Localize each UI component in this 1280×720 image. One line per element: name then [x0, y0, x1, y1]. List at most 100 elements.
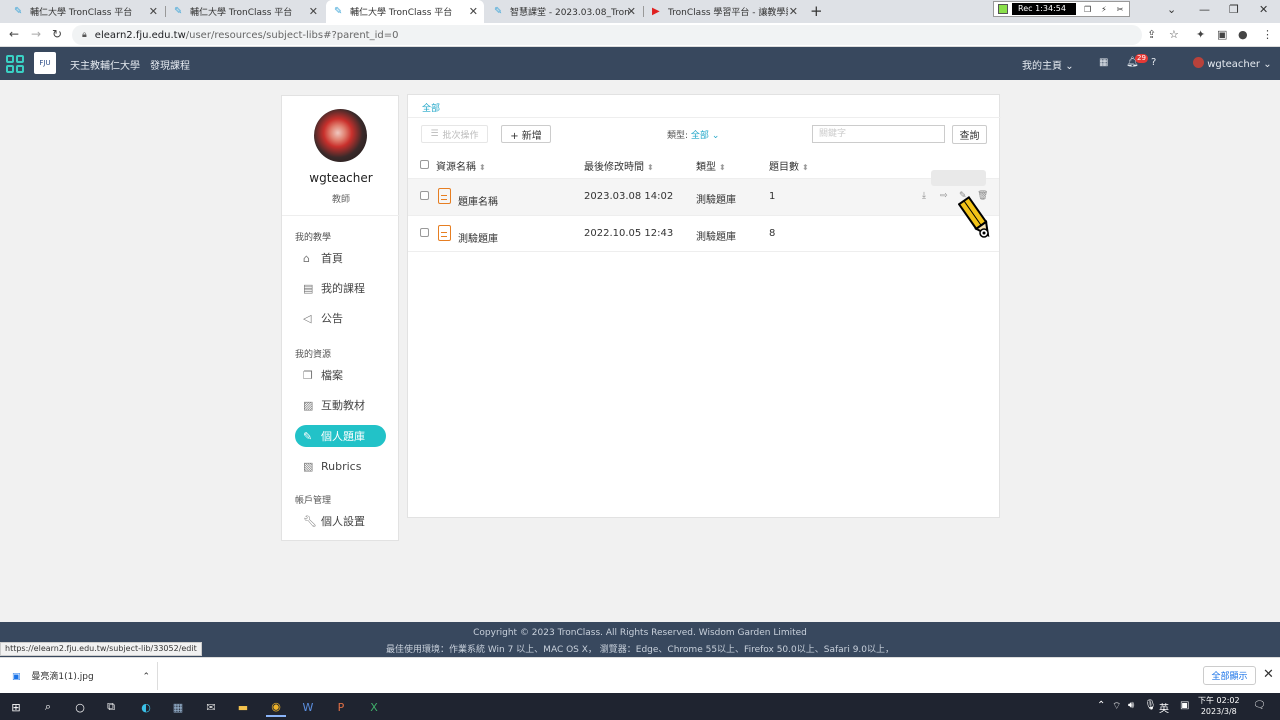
maximize-icon[interactable]: ❐	[1229, 3, 1239, 16]
chrome-menu-icon[interactable]: ⋮	[1262, 28, 1273, 41]
share-icon[interactable]: ⇪	[1147, 28, 1156, 41]
close-download-bar-icon[interactable]: ✕	[1263, 667, 1274, 682]
sidebar-item-settings[interactable]: 🔧︎ 個人設置	[295, 510, 386, 532]
recorder-cut-icon[interactable]: ✂	[1117, 5, 1124, 14]
download-item[interactable]: ▣ 曼亮滴1(1).jpg ⌃	[12, 669, 150, 682]
sidebar-item-question-bank[interactable]: ✎ 個人題庫	[295, 425, 386, 447]
network-icon[interactable]: ⌔	[1112, 700, 1121, 713]
megaphone-icon: ◁	[303, 311, 312, 325]
row-checkbox[interactable]	[420, 228, 429, 237]
question-bank-file-icon	[438, 188, 451, 204]
reload-icon[interactable]: ↻	[52, 27, 62, 41]
microphone-icon[interactable]: 🎙︎	[1144, 700, 1157, 711]
divider	[282, 215, 400, 216]
select-all-checkbox[interactable]	[420, 160, 429, 169]
sidebar-item-home[interactable]: ⌂ 首頁	[295, 247, 386, 269]
school-logo[interactable]: FJU	[34, 52, 56, 74]
recorder-pause-icon[interactable]: ❒	[1084, 5, 1091, 14]
profile-icon[interactable]: ●	[1238, 28, 1248, 41]
add-button[interactable]: + 新增	[501, 125, 551, 143]
volume-icon[interactable]: 🔊︎	[1128, 700, 1134, 711]
breadcrumb[interactable]: 全部	[422, 101, 440, 114]
system-clock[interactable]: 下午 02:02 2023/3/8	[1198, 695, 1240, 717]
question-bank-file-icon	[438, 225, 451, 241]
school-link[interactable]: 天主教輔仁大學	[70, 57, 140, 72]
close-tab-icon[interactable]: ✕	[469, 5, 478, 18]
app-menu-grid-icon[interactable]	[6, 55, 24, 73]
close-tab-icon[interactable]: ✕	[149, 5, 158, 18]
tab-search-icon[interactable]: ⌄	[1167, 3, 1176, 16]
keyword-search-input[interactable]	[812, 125, 945, 143]
divider	[408, 117, 1001, 118]
batch-operation-button[interactable]: ☰ 批次操作	[421, 125, 488, 143]
new-tab-button[interactable]: +	[810, 2, 823, 20]
sidebar-item-my-courses[interactable]: ▤ 我的課程	[295, 277, 386, 299]
help-icon[interactable]: ?	[1151, 57, 1156, 68]
close-tab-icon[interactable]: ✕	[309, 5, 318, 18]
move-to-folder-icon[interactable]: ⇨	[940, 191, 948, 201]
browser-tab[interactable]: ▶ TronClass 學習平台 - 讓教學與 ✕	[644, 0, 804, 23]
column-header-count[interactable]: 題目數 ⬍	[769, 158, 809, 173]
extensions-icon[interactable]: ✦	[1196, 28, 1205, 41]
task-view-icon[interactable]: ⧉	[101, 697, 121, 717]
word-icon[interactable]: W	[298, 697, 318, 717]
powerpoint-icon[interactable]: P	[331, 697, 351, 717]
notification-count-badge: 29	[1135, 54, 1148, 63]
minimize-icon[interactable]: —	[1199, 3, 1210, 16]
store-icon[interactable]: ▦	[168, 697, 188, 717]
column-header-type[interactable]: 類型 ⬍	[696, 158, 726, 173]
show-all-downloads-button[interactable]: 全部顯示	[1203, 666, 1256, 685]
address-bar[interactable]: 🔒︎ elearn2.fju.edu.tw/user/resources/sub…	[72, 25, 1142, 45]
browser-tab-active[interactable]: ✎ 輔仁大學 TronClass 平台 ✕	[326, 0, 484, 23]
recorder-tool-icon[interactable]: ⚡	[1101, 5, 1107, 14]
resource-name[interactable]: 題庫名稱	[458, 193, 498, 208]
table-row[interactable]: 題庫名稱 2023.03.08 14:02 測驗題庫 1 ⤓ ⇨ ✎ 🗑︎	[408, 178, 999, 215]
calendar-icon[interactable]: ▦	[1099, 57, 1108, 68]
file-explorer-icon[interactable]: ▬	[233, 697, 253, 717]
ime-indicator[interactable]: 英	[1159, 700, 1169, 715]
sidebar-item-announcements[interactable]: ◁ 公告	[295, 307, 386, 329]
tray-overflow-icon[interactable]: ⌃	[1097, 700, 1105, 711]
files-icon: ❐	[303, 368, 313, 382]
browser-tab[interactable]: ✎ 輔仁大學 TronClass 平台 ✕	[6, 0, 164, 23]
search-button[interactable]: 查詢	[952, 125, 987, 144]
side-panel-icon[interactable]: ▣	[1217, 28, 1227, 41]
discover-courses-link[interactable]: 發現課程	[150, 57, 190, 72]
my-home-menu[interactable]: 我的主頁 ⌄	[1022, 57, 1074, 72]
chevron-down-icon: ⌄	[711, 131, 720, 141]
windows-start-icon[interactable]: ⊞	[6, 697, 26, 717]
sidebar-item-rubrics[interactable]: ▧ Rubrics	[295, 455, 386, 477]
bookmark-star-icon[interactable]: ☆	[1169, 28, 1179, 41]
forward-icon[interactable]: →	[31, 27, 41, 41]
column-header-name[interactable]: 資源名稱 ⬍	[436, 158, 486, 173]
edge-icon[interactable]: ◐	[136, 697, 156, 717]
table-row[interactable]: 測驗題庫 2022.10.05 12:43 測驗題庫 8	[408, 215, 999, 252]
close-window-icon[interactable]: ✕	[1259, 3, 1268, 16]
edit-icon: ✎	[303, 429, 313, 443]
download-bar: ▣ 曼亮滴1(1).jpg ⌃ 全部顯示 ✕	[0, 657, 1280, 693]
tronclass-favicon-icon: ✎	[174, 5, 183, 17]
browser-tab[interactable]: ✎ 輔仁大學 TronClass 平台 ✕	[166, 0, 324, 23]
windows-taskbar: ⊞ ⌕ ○ ⧉ ◐ ▦ ✉ ▬ ◉ W P X ⌃ ⌔ 🔊︎ 🎙︎ 英 ▣ 下午…	[0, 693, 1280, 720]
chrome-icon[interactable]: ◉	[266, 697, 286, 717]
browser-tab[interactable]: ✎ 智慧課堂 - 2023.03.08_TronClass ✕	[486, 0, 642, 23]
download-icon[interactable]: ⤓	[922, 191, 926, 201]
chevron-up-icon[interactable]: ⌃	[143, 672, 151, 682]
row-checkbox[interactable]	[420, 191, 429, 200]
ime-mode-icon[interactable]: ▣	[1180, 700, 1189, 711]
cortana-icon[interactable]: ○	[70, 697, 90, 717]
excel-icon[interactable]: X	[364, 697, 384, 717]
type-filter[interactable]: 類型: 全部 ⌄	[667, 128, 719, 141]
notification-center-icon[interactable]: 🗨︎	[1253, 700, 1266, 711]
back-icon[interactable]: ←	[9, 27, 19, 41]
close-tab-icon[interactable]: ✕	[627, 5, 636, 18]
mail-icon[interactable]: ✉	[201, 697, 221, 717]
user-menu[interactable]: wgteacher ⌄	[1193, 57, 1272, 70]
search-icon[interactable]: ⌕	[38, 697, 58, 717]
sidebar-item-interactive-materials[interactable]: ▨ 互動教材	[295, 394, 386, 416]
sidebar-item-files[interactable]: ❐ 檔案	[295, 364, 386, 386]
resource-name[interactable]: 測驗題庫	[458, 230, 498, 245]
close-tab-icon[interactable]: ✕	[789, 5, 798, 18]
column-header-modified[interactable]: 最後修改時間 ⬍	[584, 158, 654, 173]
avatar[interactable]	[314, 109, 367, 162]
